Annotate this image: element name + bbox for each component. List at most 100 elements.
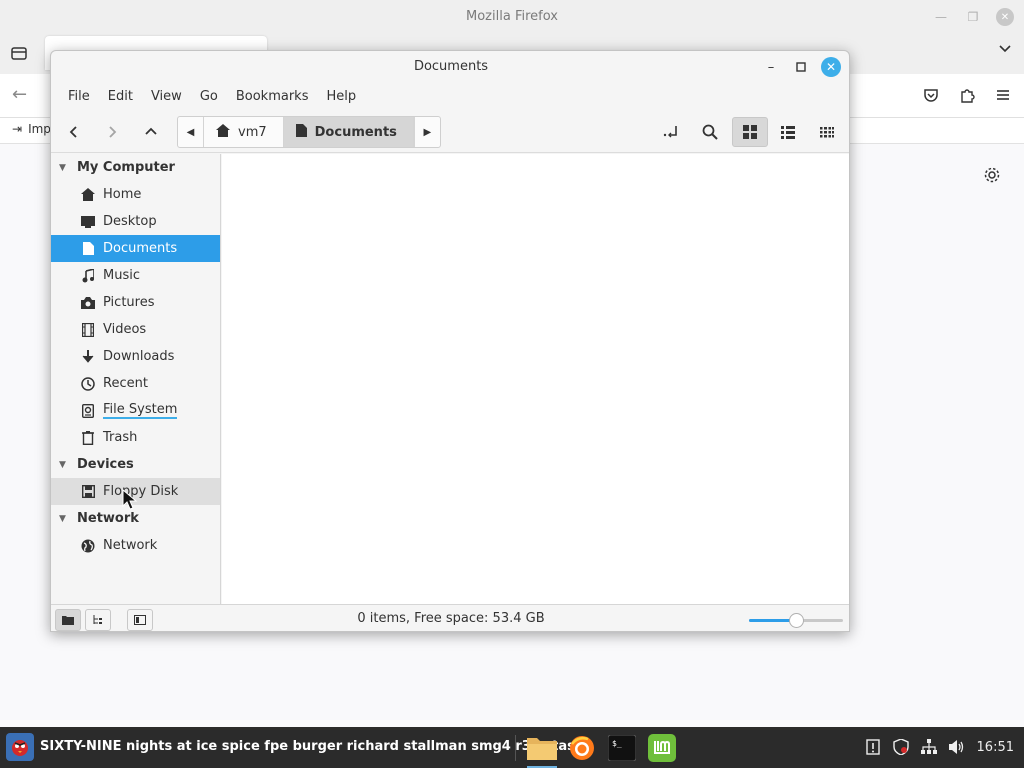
expander-down-icon[interactable]: ▼ <box>59 163 71 173</box>
sidebar-item-music[interactable]: Music <box>51 262 220 289</box>
update-manager-icon[interactable] <box>865 739 881 755</box>
menu-bar: File Edit View Go Bookmarks Help <box>51 83 849 111</box>
sidebar-item-label: File System <box>103 401 178 419</box>
files-icon[interactable] <box>525 732 559 768</box>
svg-text:$_: $_ <box>612 739 622 748</box>
breadcrumb-home[interactable]: vm7 <box>204 117 284 147</box>
sidebar-section-my-computer[interactable]: ▼ My Computer <box>51 154 220 181</box>
path-left-arrow-icon[interactable]: ◀ <box>178 117 204 147</box>
home-icon <box>216 123 230 141</box>
breadcrumb-documents[interactable]: Documents <box>283 117 414 147</box>
trash-icon <box>81 430 95 445</box>
breadcrumb-label: Documents <box>314 124 397 140</box>
download-icon <box>81 349 95 364</box>
tab-list-icon[interactable] <box>10 44 30 64</box>
compact-view-button[interactable] <box>812 117 842 147</box>
places-sidebar: ▼ My Computer Home Desktop Documents Mus… <box>51 154 221 604</box>
up-button[interactable] <box>136 117 166 147</box>
firefox-icon[interactable] <box>565 732 599 764</box>
sidebar-item-desktop[interactable]: Desktop <box>51 208 220 235</box>
window-title: Documents <box>413 59 489 74</box>
show-treeview-button[interactable] <box>85 609 111 631</box>
firefox-close-icon[interactable]: ✕ <box>996 8 1014 26</box>
shield-icon[interactable] <box>892 739 909 755</box>
sidebar-item-label: Videos <box>103 322 147 337</box>
system-tray: 16:51 <box>865 739 1014 755</box>
firefox-title: Mozilla Firefox <box>466 9 558 24</box>
music-icon <box>81 268 95 283</box>
sidebar-item-videos[interactable]: Videos <box>51 316 220 343</box>
firefox-titlebar: Mozilla Firefox — ❐ ✕ <box>0 0 1024 34</box>
list-view-button[interactable] <box>773 117 803 147</box>
sidebar-item-recent[interactable]: Recent <box>51 370 220 397</box>
maximize-icon[interactable] <box>791 57 811 77</box>
sidebar-item-downloads[interactable]: Downloads <box>51 343 220 370</box>
open-terminal-button[interactable] <box>656 117 686 147</box>
file-manager-window: Documents – ✕ File Edit View Go Bookmark… <box>50 50 850 632</box>
close-icon[interactable]: ✕ <box>821 57 841 77</box>
status-bar: 0 items, Free space: 53.4 GB <box>51 604 849 631</box>
terminal-icon[interactable]: $_ <box>605 732 639 764</box>
active-window-title[interactable]: SIXTY-NINE nights at ice spice fpe burge… <box>40 739 584 754</box>
back-arrow-icon[interactable]: ← <box>12 86 27 104</box>
sidebar-item-label: Documents <box>103 241 178 256</box>
expander-down-icon[interactable]: ▼ <box>59 514 71 524</box>
import-icon: ⇥ <box>12 122 23 136</box>
menu-bookmarks[interactable]: Bookmarks <box>227 83 318 111</box>
pocket-icon[interactable] <box>922 86 940 108</box>
mouse-pointer-icon <box>122 488 138 511</box>
back-button[interactable] <box>59 117 89 147</box>
path-right-arrow-icon[interactable]: ▶ <box>413 117 440 147</box>
zoom-slider-handle[interactable] <box>789 613 804 628</box>
search-button[interactable] <box>695 117 725 147</box>
sidebar-item-label: Recent <box>103 376 148 391</box>
app-menu-button[interactable] <box>6 733 34 761</box>
show-places-button[interactable] <box>55 609 81 631</box>
zoom-slider[interactable] <box>749 613 843 628</box>
clock-icon <box>81 376 95 391</box>
section-title: Devices <box>77 457 134 472</box>
volume-icon[interactable] <box>948 739 965 755</box>
firefox-maximize-icon[interactable]: ❐ <box>964 8 982 26</box>
bookmark-label: Imp <box>28 122 51 136</box>
forward-button[interactable] <box>97 117 127 147</box>
toolbar: ◀ vm7 Documents ▶ <box>51 111 849 153</box>
desktop-icon <box>81 215 95 229</box>
file-view-area[interactable] <box>222 154 849 604</box>
menu-file[interactable]: File <box>59 83 99 111</box>
sidebar-item-label: Trash <box>103 430 138 445</box>
globe-icon <box>81 539 95 553</box>
expander-down-icon[interactable]: ▼ <box>59 460 71 470</box>
icon-view-button[interactable] <box>732 117 768 147</box>
hamburger-menu-icon[interactable] <box>994 86 1012 108</box>
taskbar-separator <box>515 735 516 761</box>
sidebar-section-devices[interactable]: ▼ Devices <box>51 451 220 478</box>
chevron-down-icon[interactable] <box>998 42 1012 60</box>
sidebar-item-file-system[interactable]: File System <box>51 397 220 424</box>
bookmark-import[interactable]: ⇥ Imp <box>12 122 51 136</box>
sidebar-item-documents[interactable]: Documents <box>51 235 220 262</box>
home-icon <box>81 188 95 202</box>
drive-icon <box>81 403 95 418</box>
menu-view[interactable]: View <box>142 83 191 111</box>
sidebar-item-label: Home <box>103 187 142 202</box>
menu-help[interactable]: Help <box>317 83 365 111</box>
sidebar-item-trash[interactable]: Trash <box>51 424 220 451</box>
extensions-icon[interactable] <box>958 86 976 108</box>
minimize-icon[interactable]: – <box>761 57 781 77</box>
menu-edit[interactable]: Edit <box>99 83 142 111</box>
section-title: Network <box>77 511 139 526</box>
sidebar-item-pictures[interactable]: Pictures <box>51 289 220 316</box>
network-icon[interactable] <box>920 739 937 755</box>
gear-icon[interactable] <box>983 166 1003 186</box>
sidebar-item-label: Music <box>103 268 140 283</box>
toggle-sidebar-button[interactable] <box>127 609 153 631</box>
menu-go[interactable]: Go <box>191 83 227 111</box>
mint-icon[interactable] <box>645 732 679 764</box>
firefox-minimize-icon[interactable]: — <box>932 8 950 26</box>
floppy-icon <box>81 485 95 499</box>
clock[interactable]: 16:51 <box>977 740 1014 755</box>
sidebar-item-network[interactable]: Network <box>51 532 220 559</box>
sidebar-item-home[interactable]: Home <box>51 181 220 208</box>
sidebar-item-label: Pictures <box>103 295 155 310</box>
